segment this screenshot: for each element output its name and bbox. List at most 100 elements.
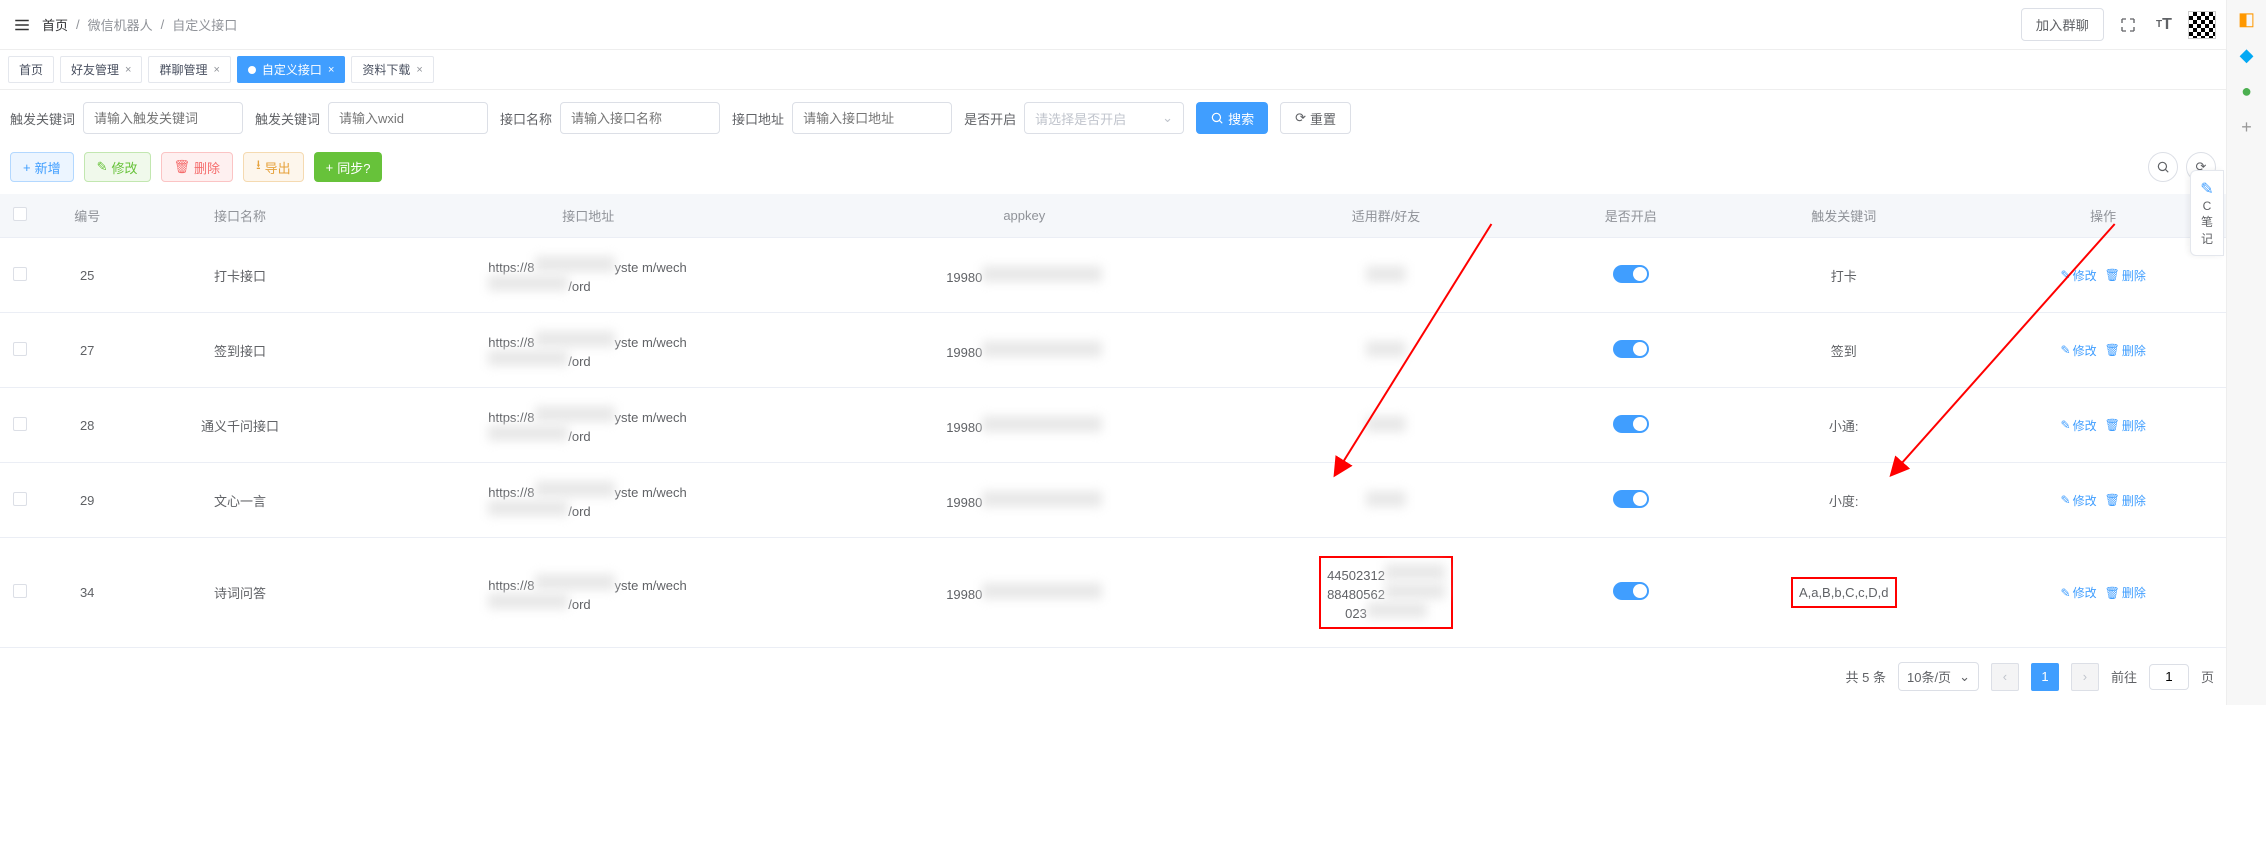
enabled-select[interactable]: 请选择是否开启 ⌄	[1024, 102, 1184, 134]
row-checkbox[interactable]	[13, 492, 27, 506]
sidebar-add-icon[interactable]: +	[2236, 116, 2258, 138]
cell-keyword: 打卡	[1707, 238, 1980, 313]
trash-icon: 🗑	[2105, 493, 2120, 507]
close-icon[interactable]: ×	[125, 64, 131, 76]
enable-switch[interactable]	[1613, 265, 1649, 283]
row-checkbox[interactable]	[13, 584, 27, 598]
delete-button[interactable]: 🗑删除	[161, 152, 234, 182]
active-dot-icon	[248, 66, 256, 74]
goto-label: 前往	[2111, 667, 2137, 686]
row-delete-link[interactable]: 🗑删除	[2105, 342, 2146, 359]
cell-name: 诗词问答	[134, 538, 345, 648]
sync-button[interactable]: +同步?	[314, 152, 383, 182]
cell-ops: ✎修改 🗑删除	[1980, 538, 2226, 648]
prev-page-button[interactable]: ‹	[1991, 663, 2019, 691]
sidebar-app-icon-2[interactable]: ◆	[2236, 44, 2258, 66]
pencil-icon: ✎	[97, 159, 108, 175]
tab-item[interactable]: 群聊管理 ×	[148, 56, 230, 83]
chevron-down-icon: ⌄	[1959, 669, 1970, 685]
refresh-icon: ⟳	[1295, 110, 1306, 126]
plus-icon: +	[23, 160, 31, 175]
cell-appkey: 19980	[831, 238, 1218, 313]
tab-item[interactable]: 自定义接口×	[237, 56, 345, 83]
tab-item[interactable]: 好友管理×	[60, 56, 142, 83]
table-row: 29文心一言https://8yste m/wech/ord19980小度:✎修…	[0, 463, 2226, 538]
goto-page-input[interactable]	[2149, 664, 2189, 690]
row-edit-link[interactable]: ✎修改	[2061, 342, 2097, 359]
cell-id: 29	[40, 463, 134, 538]
enable-switch[interactable]	[1613, 582, 1649, 600]
row-delete-link[interactable]: 🗑删除	[2105, 584, 2146, 601]
pagination: 共 5 条 10条/页 ⌄ ‹ 1 › 前往 页	[0, 648, 2226, 705]
notes-widget[interactable]: ✎ C 笔 记	[2190, 170, 2224, 256]
table-row: 28通义千问接口https://8yste m/wech/ord19980小通:…	[0, 388, 2226, 463]
page-number-button[interactable]: 1	[2031, 663, 2059, 691]
field-label: 触发关键词	[255, 109, 320, 128]
row-edit-link[interactable]: ✎修改	[2061, 492, 2097, 509]
col-enabled: 是否开启	[1554, 194, 1707, 238]
cell-appkey: 19980	[831, 538, 1218, 648]
breadcrumb-l1[interactable]: 微信机器人	[88, 15, 153, 34]
cell-ops: ✎修改 🗑删除	[1980, 463, 2226, 538]
search-bar: 触发关键词 触发关键词 接口名称 接口地址 是否开启 请选择是否开启 ⌄	[0, 90, 2226, 146]
close-icon[interactable]: ×	[213, 64, 219, 76]
breadcrumb-home[interactable]: 首页	[42, 15, 68, 34]
enable-switch[interactable]	[1613, 490, 1649, 508]
row-edit-link[interactable]: ✎修改	[2061, 267, 2097, 284]
tab-label: 群聊管理	[159, 61, 207, 78]
font-size-icon[interactable]: TT	[2152, 13, 2176, 37]
cell-url: https://8yste m/wech/ord	[346, 538, 831, 648]
row-edit-link[interactable]: ✎修改	[2061, 584, 2097, 601]
page-size-select[interactable]: 10条/页 ⌄	[1898, 662, 1979, 691]
total-count: 共 5 条	[1846, 667, 1886, 686]
cell-keyword: A,a,B,b,C,c,D,d	[1707, 538, 1980, 648]
enable-switch[interactable]	[1613, 340, 1649, 358]
sidebar-app-icon-1[interactable]: ◧	[2236, 8, 2258, 30]
wxid-input[interactable]	[328, 102, 488, 134]
api-url-input[interactable]	[792, 102, 952, 134]
row-checkbox[interactable]	[13, 342, 27, 356]
api-name-input[interactable]	[560, 102, 720, 134]
menu-toggle-icon[interactable]	[10, 13, 34, 37]
download-icon: ⭳	[256, 156, 261, 178]
cell-ops: ✎修改 🗑删除	[1980, 313, 2226, 388]
sidebar-app-icon-3[interactable]: ●	[2236, 80, 2258, 102]
trash-icon: 🗑	[174, 159, 191, 175]
close-icon[interactable]: ×	[328, 64, 334, 76]
row-delete-link[interactable]: 🗑删除	[2105, 492, 2146, 509]
trash-icon: 🗑	[2105, 268, 2120, 282]
cell-target	[1218, 238, 1555, 313]
enable-switch[interactable]	[1613, 415, 1649, 433]
search-button[interactable]: 搜索	[1196, 102, 1268, 134]
table-row: 27签到接口https://8yste m/wech/ord19980签到✎修改…	[0, 313, 2226, 388]
chevron-down-icon: ⌄	[1162, 110, 1173, 126]
cell-target	[1218, 313, 1555, 388]
right-sidebar: ◧ ◆ ● +	[2226, 0, 2266, 705]
row-delete-link[interactable]: 🗑删除	[2105, 417, 2146, 434]
close-icon[interactable]: ×	[416, 64, 422, 76]
pencil-icon: ✎	[2061, 493, 2071, 507]
tab-label: 资料下载	[362, 61, 410, 78]
cell-appkey: 19980	[831, 313, 1218, 388]
qr-code-icon[interactable]	[2188, 11, 2216, 39]
fullscreen-icon[interactable]	[2116, 13, 2140, 37]
reset-button[interactable]: ⟳ 重置	[1280, 102, 1351, 134]
next-page-button[interactable]: ›	[2071, 663, 2099, 691]
cell-enabled	[1554, 238, 1707, 313]
row-checkbox[interactable]	[13, 267, 27, 281]
add-button[interactable]: +新增	[10, 152, 74, 182]
row-checkbox[interactable]	[13, 417, 27, 431]
row-edit-link[interactable]: ✎修改	[2061, 417, 2097, 434]
keyword-input[interactable]	[83, 102, 243, 134]
tab-item[interactable]: 资料下载 ×	[351, 56, 433, 83]
search-toggle-button[interactable]	[2148, 152, 2178, 182]
table-row: 34诗词问答https://8yste m/wech/ord1998044502…	[0, 538, 2226, 648]
export-button[interactable]: ⭳导出	[243, 152, 304, 182]
select-all-checkbox[interactable]	[13, 207, 27, 221]
row-delete-link[interactable]: 🗑删除	[2105, 267, 2146, 284]
join-group-button[interactable]: 加入群聊	[2021, 8, 2104, 41]
edit-button[interactable]: ✎修改	[84, 152, 151, 182]
cell-enabled	[1554, 538, 1707, 648]
cell-id: 27	[40, 313, 134, 388]
tab-item[interactable]: 首页	[8, 56, 54, 83]
